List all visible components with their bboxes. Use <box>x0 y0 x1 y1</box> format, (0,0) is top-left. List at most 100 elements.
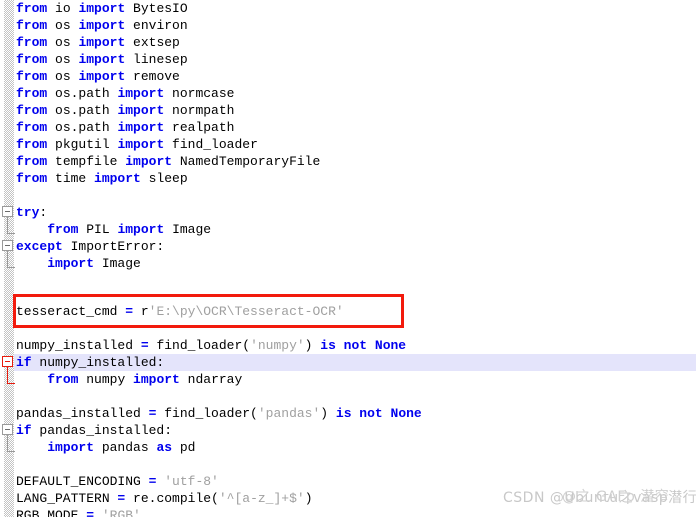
code-line[interactable]: from os import linesep <box>0 51 696 68</box>
fold-range-bracket-icon <box>7 217 15 234</box>
code-token-kw: import <box>117 222 165 237</box>
fold-toggle-icon[interactable] <box>2 424 13 435</box>
fold-toggle-icon[interactable] <box>2 240 13 251</box>
code-line-text: except ImportError: <box>16 238 164 255</box>
code-token-str: 'RGB' <box>101 508 141 517</box>
code-line[interactable]: from time import sleep <box>0 170 696 187</box>
fold-range-bracket-icon <box>7 367 15 384</box>
code-line[interactable]: except ImportError: <box>0 238 696 255</box>
code-token-plain: linesep <box>125 52 188 67</box>
code-line[interactable]: from tempfile import NamedTemporaryFile <box>0 153 696 170</box>
code-line[interactable]: from PIL import Image <box>0 221 696 238</box>
code-token-plain: find_loader( <box>156 406 258 421</box>
code-line[interactable] <box>0 456 696 473</box>
code-token-kw: from <box>47 222 79 237</box>
code-line[interactable] <box>0 272 696 289</box>
code-token-plain: os <box>47 69 79 84</box>
code-line[interactable]: from os import environ <box>0 17 696 34</box>
code-token-str: 'numpy' <box>250 338 305 353</box>
code-token-plain: sleep <box>140 171 188 186</box>
code-token-plain: time <box>47 171 95 186</box>
code-line[interactable]: pandas_installed = find_loader('pandas')… <box>0 405 696 422</box>
code-token-kw: import <box>47 440 95 455</box>
code-token-plain: os.path <box>47 86 118 101</box>
code-token-plain: RGB_MODE <box>16 508 87 517</box>
code-text-area[interactable]: from io import BytesIO from os import env… <box>0 0 696 517</box>
code-line[interactable] <box>0 187 696 204</box>
code-token-plain: PIL <box>78 222 118 237</box>
fold-toggle-icon[interactable] <box>2 206 13 217</box>
code-token-plain: extsep <box>125 35 180 50</box>
code-line[interactable]: RGB_MODE = 'RGB' <box>0 507 696 517</box>
code-line-text: from os import linesep <box>16 51 188 68</box>
code-token-kw: from <box>16 86 48 101</box>
code-line[interactable]: from numpy import ndarray <box>0 371 696 388</box>
code-token-plain: numpy <box>78 372 134 387</box>
code-line[interactable]: numpy_installed = find_loader('numpy') i… <box>0 337 696 354</box>
code-token-plain: normpath <box>164 103 235 118</box>
code-token-kw: from <box>16 35 48 50</box>
code-token-plain: pkgutil <box>47 137 118 152</box>
code-line[interactable] <box>0 388 696 405</box>
code-line[interactable]: tesseract_cmd = r'E:\py\OCR\Tesseract-OC… <box>0 303 696 320</box>
code-line-text: from os import environ <box>16 17 188 34</box>
csdn-watermark-overlay: @之 GAFp 潜窄 <box>562 489 670 505</box>
code-token-plain: : <box>39 205 48 220</box>
code-token-plain: os <box>47 35 79 50</box>
code-token-op: = <box>140 338 149 353</box>
code-token-plain: DEFAULT_ENCODING <box>16 474 149 489</box>
code-token-kw: from <box>16 103 48 118</box>
code-line[interactable] <box>0 320 696 337</box>
code-line-text: from os.path import realpath <box>16 119 234 136</box>
code-line[interactable]: from os.path import normcase <box>0 85 696 102</box>
code-token-kw: import <box>125 154 173 169</box>
code-token-plain: find_loader <box>164 137 258 152</box>
code-token-kw: from <box>16 154 48 169</box>
code-line[interactable]: import Image <box>0 255 696 272</box>
code-line[interactable]: from os import extsep <box>0 34 696 51</box>
code-token-op: = <box>125 304 134 319</box>
code-line[interactable]: from os.path import normpath <box>0 102 696 119</box>
code-editor-window: from io import BytesIO from os import env… <box>0 0 696 517</box>
code-token-kw: as <box>156 440 173 455</box>
code-token-str: 'pandas' <box>257 406 321 421</box>
code-token-plain: os <box>47 18 79 33</box>
code-line-text: from tempfile import NamedTemporaryFile <box>16 153 320 170</box>
code-token-plain: tesseract_cmd <box>16 304 126 319</box>
code-line[interactable]: from os import remove <box>0 68 696 85</box>
code-line-text: tesseract_cmd = r'E:\py\OCR\Tesseract-OC… <box>16 303 344 320</box>
code-line[interactable]: if pandas_installed: <box>0 422 696 439</box>
code-line[interactable]: from pkgutil import find_loader <box>0 136 696 153</box>
code-line-text: from numpy import ndarray <box>16 371 242 388</box>
code-line-text: if numpy_installed: <box>16 354 164 371</box>
code-line-text: from os import remove <box>16 68 180 85</box>
code-token-plain: pandas_installed <box>16 406 149 421</box>
code-token-kw: import <box>117 86 165 101</box>
code-token-plain: pandas <box>94 440 157 455</box>
code-token-kw: import <box>133 372 180 387</box>
code-token-plain: remove <box>125 69 180 84</box>
code-token-plain: pd <box>172 440 196 455</box>
code-line-text: from os import extsep <box>16 34 180 51</box>
code-token-plain: ndarray <box>179 372 243 387</box>
code-token-kw: import <box>94 171 141 186</box>
code-token-plain: LANG_PATTERN <box>16 491 118 506</box>
code-line[interactable]: from io import BytesIO <box>0 0 696 17</box>
code-line[interactable]: import pandas as pd <box>0 439 696 456</box>
code-line[interactable]: try: <box>0 204 696 221</box>
fold-toggle-icon[interactable] <box>2 356 13 367</box>
code-line-text: import pandas as pd <box>16 439 195 456</box>
code-line[interactable]: if numpy_installed: <box>0 354 696 371</box>
code-line[interactable]: from os.path import realpath <box>0 119 696 136</box>
code-token-kw: from <box>16 69 48 84</box>
code-line-text: import Image <box>16 255 141 272</box>
code-token-kw: except <box>16 239 63 254</box>
code-token-plain: os.path <box>47 103 118 118</box>
code-token-plain: numpy_installed <box>16 338 141 353</box>
code-token-kw: try <box>16 205 40 220</box>
code-token-kw: from <box>16 18 48 33</box>
